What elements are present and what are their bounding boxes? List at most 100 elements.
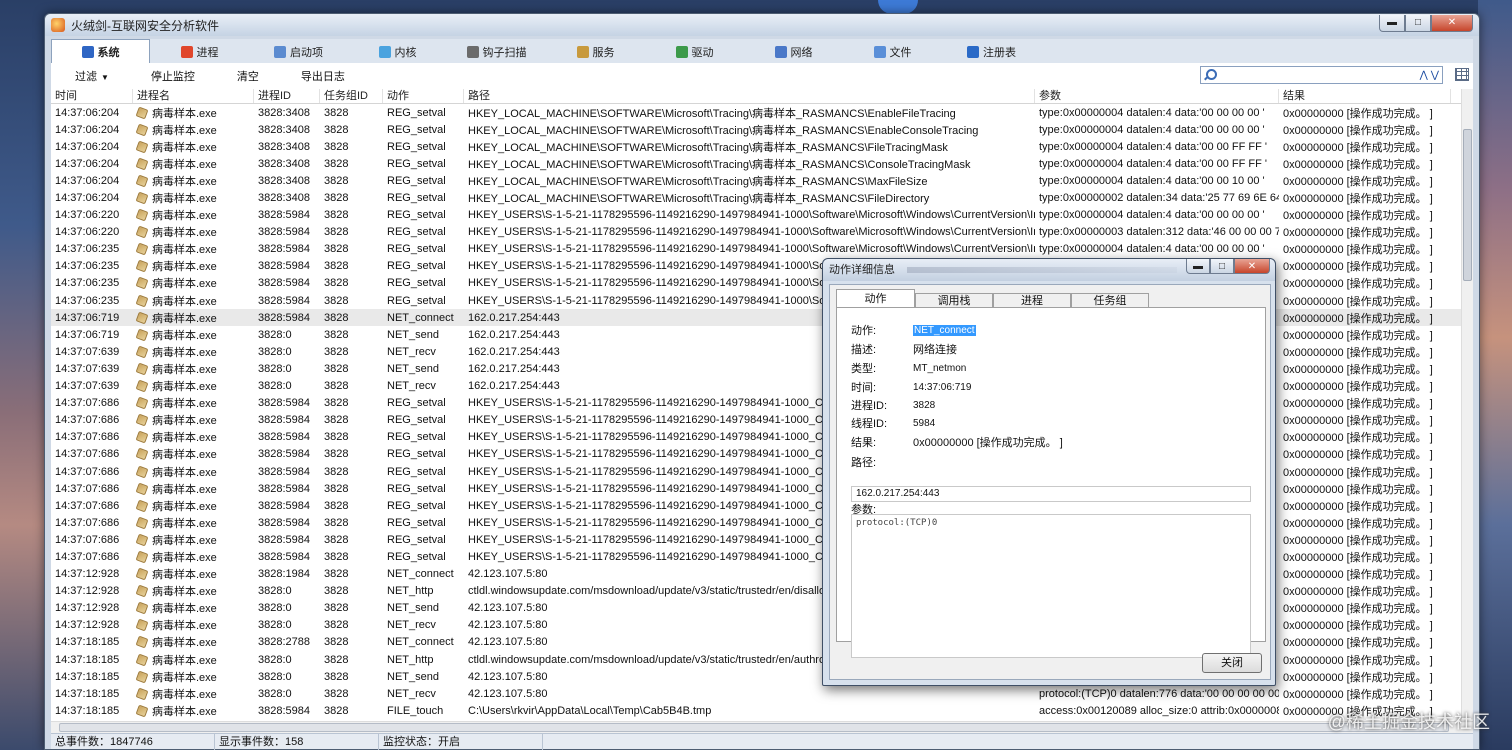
tab-hook[interactable]: 钩子扫描 — [447, 41, 546, 63]
table-row[interactable]: 14:37:18:185 病毒样本.exe 3828:0 3828 NET_recv 42… — [51, 685, 1473, 702]
cell-params: type:0x00000004 datalen:4 data:'00 00 FF… — [1039, 157, 1268, 170]
column-header-path[interactable]: 路径 — [464, 89, 1035, 103]
field-action: 动作: NET_connect — [851, 324, 976, 337]
process-exe-icon — [135, 259, 149, 273]
kernel-icon — [378, 46, 391, 58]
column-header-action[interactable]: 动作 — [383, 89, 464, 103]
cell-pid: 3828:0 — [258, 380, 292, 393]
cell-process: 病毒样本.exe — [133, 429, 254, 445]
vertical-scrollbar[interactable] — [1461, 89, 1473, 719]
scroll-thumb[interactable] — [1463, 129, 1472, 281]
file-icon — [873, 46, 886, 58]
dialog-body: 动作 调用栈 进程 任务组 动作: NET_connect 描述: 网络连接 类型:… — [829, 284, 1271, 680]
export-log-button[interactable]: 导出日志 — [277, 68, 363, 84]
table-row[interactable]: 14:37:18:185 病毒样本.exe 3828:5984 3828 FILE_to… — [51, 702, 1473, 719]
column-header-params[interactable]: 参数 — [1035, 89, 1279, 103]
tab-action[interactable]: 动作 — [836, 289, 915, 307]
cell-process: 病毒样本.exe — [133, 173, 254, 189]
cell-time: 14:37:06:204 — [55, 123, 120, 136]
table-row[interactable]: 14:37:06:235 病毒样本.exe 3828:5984 3828 REG_set… — [51, 241, 1473, 258]
search-box: ⋀ ⋁ — [1200, 66, 1443, 84]
cell-time: 14:37:18:185 — [55, 687, 120, 700]
search-input[interactable] — [1217, 69, 1420, 81]
horizontal-scrollbar[interactable] — [51, 721, 1473, 733]
action-value[interactable]: NET_connect — [913, 324, 976, 336]
cell-process: 病毒样本.exe — [133, 634, 254, 650]
tab-callstack[interactable]: 调用栈 — [915, 293, 993, 307]
cell-result: 0x00000000 [操作成功完成。 ] — [1283, 346, 1433, 359]
cell-pid: 3828:5984 — [258, 294, 310, 307]
cell-process: 病毒样本.exe — [133, 652, 254, 668]
column-settings-icon[interactable] — [1455, 68, 1469, 81]
cell-pid: 3828:3408 — [258, 140, 310, 153]
close-button[interactable]: ✕ — [1431, 15, 1473, 32]
process-exe-icon — [135, 157, 149, 171]
path-field[interactable]: 162.0.217.254:443 — [851, 486, 1251, 502]
tab-service[interactable]: 服务 — [546, 41, 645, 63]
cell-taskgroup: 3828 — [324, 585, 349, 598]
table-row[interactable]: 14:37:06:204 病毒样本.exe 3828:3408 3828 REG_set… — [51, 104, 1473, 121]
cell-time: 14:37:18:185 — [55, 636, 120, 649]
cell-time: 14:37:06:204 — [55, 174, 120, 187]
tab-driver[interactable]: 驱动 — [645, 41, 744, 63]
cell-result: 0x00000000 [操作成功完成。 ] — [1283, 569, 1433, 582]
process-exe-icon — [135, 653, 149, 666]
process-name: 病毒样本.exe — [152, 398, 217, 411]
maximize-button[interactable]: □ — [1405, 15, 1431, 32]
scroll-thumb[interactable] — [59, 723, 1449, 732]
cell-action: REG_setval — [387, 533, 446, 546]
close-button[interactable]: ✕ — [1234, 259, 1270, 274]
table-row[interactable]: 14:37:06:204 病毒样本.exe 3828:3408 3828 REG_set… — [51, 138, 1473, 155]
close-dialog-button[interactable]: 关闭 — [1202, 653, 1262, 673]
table-row[interactable]: 14:37:06:220 病毒样本.exe 3828:5984 3828 REG_set… — [51, 207, 1473, 224]
process-name: 病毒样本.exe — [152, 278, 217, 291]
tab-label: 进程 — [196, 47, 219, 59]
stop-monitor-button[interactable]: 停止监控 — [127, 68, 213, 84]
table-row[interactable]: 14:37:06:204 病毒样本.exe 3828:3408 3828 REG_set… — [51, 172, 1473, 189]
search-prev-icon[interactable]: ⋀ — [1420, 70, 1428, 81]
cell-process: 病毒样本.exe — [133, 583, 254, 599]
tab-network[interactable]: 网络 — [744, 41, 843, 63]
minimize-button[interactable]: ▬ — [1186, 259, 1210, 274]
cell-time: 14:37:07:686 — [55, 465, 120, 478]
tab-system[interactable]: 系统 — [51, 39, 150, 63]
cell-pid: 3828:2788 — [258, 636, 310, 649]
column-header-process[interactable]: 进程名 — [133, 89, 254, 103]
table-row[interactable]: 14:37:06:204 病毒样本.exe 3828:3408 3828 REG_set… — [51, 121, 1473, 138]
tab-registry[interactable]: 注册表 — [942, 41, 1041, 63]
cell-taskgroup: 3828 — [324, 653, 349, 666]
table-row[interactable]: 14:37:06:204 病毒样本.exe 3828:3408 3828 REG_set… — [51, 189, 1473, 206]
process-name: 病毒样本.exe — [152, 466, 217, 479]
tab-process[interactable]: 进程 — [150, 41, 249, 63]
column-header-time[interactable]: 时间 — [51, 89, 133, 103]
params-field[interactable]: protocol:(TCP)0 — [851, 514, 1251, 658]
cell-result: 0x00000000 [操作成功完成。 ] — [1283, 244, 1433, 257]
cell-result: 0x00000000 [操作成功完成。 ] — [1283, 175, 1433, 188]
cell-path: HKEY_USERS\S-1-5-21-1178295596-114921629… — [468, 226, 1035, 239]
process-name: 病毒样本.exe — [152, 175, 217, 188]
column-header-taskgroup[interactable]: 任务组ID — [320, 89, 383, 103]
table-row[interactable]: 14:37:06:204 病毒样本.exe 3828:3408 3828 REG_set… — [51, 155, 1473, 172]
cell-taskgroup: 3828 — [324, 482, 349, 495]
tab-file[interactable]: 文件 — [843, 41, 942, 63]
cell-action: NET_send — [387, 362, 439, 375]
tab-startup[interactable]: 启动项 — [249, 41, 348, 63]
column-header-pid[interactable]: 进程ID — [254, 89, 320, 103]
desktop-background — [1478, 0, 1512, 750]
column-header-result[interactable]: 结果 — [1279, 89, 1451, 103]
cell-pid: 3828:3408 — [258, 192, 310, 205]
toolbar: 过滤 ▼ 停止监控 清空 导出日志 ⋀ ⋁ — [51, 63, 1473, 89]
table-row[interactable]: 14:37:06:220 病毒样本.exe 3828:5984 3828 REG_set… — [51, 224, 1473, 241]
tab-taskgroup[interactable]: 任务组 — [1071, 293, 1149, 307]
maximize-button[interactable]: □ — [1210, 259, 1234, 274]
clear-button[interactable]: 清空 — [213, 68, 277, 84]
process-exe-icon — [135, 584, 149, 598]
search-next-icon[interactable]: ⋁ — [1431, 70, 1439, 81]
tab-process[interactable]: 进程 — [993, 293, 1071, 307]
search-icon[interactable] — [1203, 68, 1217, 82]
cell-process: 病毒样本.exe — [133, 412, 254, 428]
tab-kernel[interactable]: 内核 — [348, 41, 447, 63]
minimize-button[interactable]: ▬ — [1379, 15, 1405, 32]
window-titlebar[interactable]: 火绒剑-互联网安全分析软件 — [45, 14, 1479, 36]
filter-button[interactable]: 过滤 ▼ — [51, 68, 127, 84]
